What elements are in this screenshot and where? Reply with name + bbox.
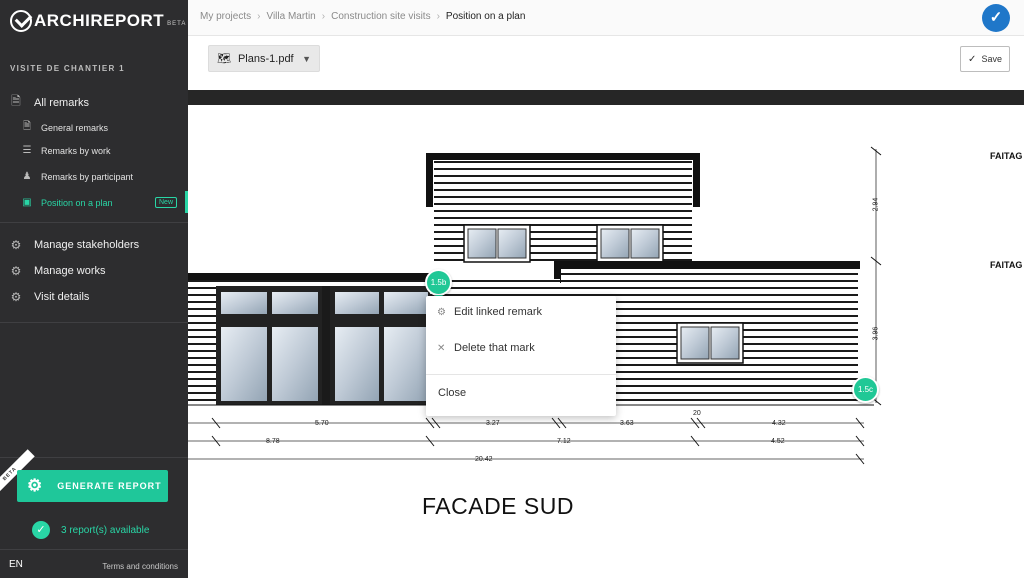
dimension-label: 4.52 xyxy=(771,438,785,445)
gear-icon: ⚙ xyxy=(437,306,446,318)
user-gear-icon: ⚙ xyxy=(10,238,22,252)
layers-gear-icon: ⚙ xyxy=(10,264,22,278)
sidebar-item-label: Visit details xyxy=(34,291,90,303)
breadcrumb-current: Position on a plan xyxy=(445,11,526,22)
delete-mark-item[interactable]: ✕ Delete that mark xyxy=(426,335,616,361)
close-icon: ✕ xyxy=(437,342,446,354)
chevron-down-icon: ▼ xyxy=(302,53,311,64)
chevron-right-icon: › xyxy=(257,11,261,22)
dimension-label: 5.70 xyxy=(315,420,329,427)
sidebar: ARCHIREPORT BETA VISITE DE CHANTIER 1 🗎 … xyxy=(0,0,188,578)
dimension-label: 3.27 xyxy=(486,420,500,427)
sidebar-item-label: Manage stakeholders xyxy=(34,239,140,251)
plan-marker[interactable]: 1.5b xyxy=(425,269,452,300)
sidebar-item-position-on-plan[interactable]: ▣ Position on a plan New xyxy=(0,191,188,213)
check-icon: ✓ xyxy=(968,53,977,65)
chevron-right-icon: › xyxy=(321,11,326,22)
menu-item-label: Close xyxy=(438,387,467,399)
layers-icon: ☰ xyxy=(22,145,32,156)
sidebar-item-label: Remarks by participant xyxy=(41,171,134,182)
close-menu-item[interactable]: Close xyxy=(426,380,616,406)
language-selector[interactable]: EN xyxy=(9,559,23,570)
generate-report-button[interactable]: ⚙ GENERATE REPORT xyxy=(17,470,168,502)
sidebar-item-visit-details[interactable]: ⚙ Visit details xyxy=(0,290,188,304)
gear-icon: ⚙ xyxy=(10,290,22,304)
plan-title: FACADE SUD xyxy=(422,493,574,519)
dimension-label: 3.63 xyxy=(620,420,634,427)
menu-item-label: Delete that mark xyxy=(454,342,535,354)
logo-check-icon xyxy=(10,10,32,32)
dimension-label: 8.78 xyxy=(266,438,280,445)
save-label: Save xyxy=(981,54,1002,64)
ridge-label: FAITAG xyxy=(990,151,1023,161)
generate-report-label: GENERATE REPORT xyxy=(57,481,162,491)
breadcrumb-item[interactable]: Villa Martin xyxy=(266,11,315,22)
sidebar-item-remarks-by-work[interactable]: ☰ Remarks by work xyxy=(0,145,188,156)
save-button[interactable]: ✓ Save xyxy=(960,46,1010,72)
map-icon: 🗺 xyxy=(217,53,231,65)
sidebar-divider xyxy=(0,549,188,550)
sidebar-item-label: Remarks by work xyxy=(41,145,111,156)
dimension-label: 20 xyxy=(693,410,701,417)
gears-icon: ⚙ xyxy=(27,476,44,495)
sidebar-item-label: Manage works xyxy=(34,265,106,277)
check-circle-icon: ✓ xyxy=(32,521,50,539)
plan-canvas[interactable]: FAITAG FAITAG 5.70 3.27 3.63 4.32 20 8.7… xyxy=(188,105,1024,578)
plan-file-select[interactable]: 🗺 Plans-1.pdf ▼ xyxy=(208,45,320,72)
sidebar-item-label: Position on a plan xyxy=(41,197,113,208)
chevron-right-icon: › xyxy=(436,11,440,22)
dimension-label: 4.32 xyxy=(772,420,786,427)
app-logo[interactable]: ARCHIREPORT BETA xyxy=(10,10,186,32)
edit-linked-remark-item[interactable]: ⚙ Edit linked remark xyxy=(426,299,616,325)
app-name: ARCHIREPORT xyxy=(34,11,165,30)
sidebar-item-label: All remarks xyxy=(34,96,90,109)
breadcrumb-item[interactable]: Construction site visits xyxy=(331,11,430,22)
dimension-label: 20.42 xyxy=(475,456,493,463)
document-icon: 🗎 xyxy=(22,121,32,132)
menu-item-label: Edit linked remark xyxy=(454,306,543,318)
plan-toolbar: 🗺 Plans-1.pdf ▼ ✓ Save xyxy=(188,36,1024,90)
plan-viewer-header-band xyxy=(188,90,1024,105)
breadcrumb-item[interactable]: My projects xyxy=(200,11,251,22)
document-icon: 🗎 xyxy=(11,94,21,108)
marker-context-menu: ⚙ Edit linked remark ✕ Delete that mark … xyxy=(426,296,616,416)
plan-file-name: Plans-1.pdf xyxy=(237,52,294,65)
section-title: VISITE DE CHANTIER 1 xyxy=(10,64,125,73)
sidebar-item-all-remarks[interactable]: 🗎 All remarks xyxy=(0,92,188,113)
dimension-label: 7.12 xyxy=(557,438,571,445)
ridge-label: FAITAG xyxy=(990,260,1023,270)
new-badge: New xyxy=(155,197,178,208)
top-bar: My projects › Villa Martin › Constructio… xyxy=(188,0,1024,36)
sidebar-item-remarks-by-participant[interactable]: ♟ Remarks by participant xyxy=(0,171,188,182)
sidebar-divider xyxy=(0,222,188,223)
menu-divider xyxy=(426,374,616,375)
sidebar-item-manage-stakeholders[interactable]: ⚙ Manage stakeholders xyxy=(0,238,188,252)
people-icon: ♟ xyxy=(22,171,32,182)
plan-marker[interactable]: 1.5c xyxy=(852,376,879,403)
vertical-dimension-label: 2.94 xyxy=(872,197,880,212)
validate-check-button[interactable]: ✓ xyxy=(982,4,1010,32)
sidebar-divider xyxy=(0,322,188,323)
map-icon: ▣ xyxy=(22,197,32,208)
sidebar-item-manage-works[interactable]: ⚙ Manage works xyxy=(0,264,188,278)
app-beta-label: BETA xyxy=(167,21,187,27)
reports-available[interactable]: ✓ 3 report(s) available xyxy=(32,521,149,539)
vertical-dimension-label: 3.96 xyxy=(872,326,880,341)
breadcrumb: My projects › Villa Martin › Constructio… xyxy=(200,11,525,22)
sidebar-item-label: General remarks xyxy=(41,122,109,133)
sidebar-item-general-remarks[interactable]: 🗎 General remarks xyxy=(0,119,188,136)
terms-link[interactable]: Terms and conditions xyxy=(102,562,178,571)
reports-available-label: 3 report(s) available xyxy=(61,524,150,536)
